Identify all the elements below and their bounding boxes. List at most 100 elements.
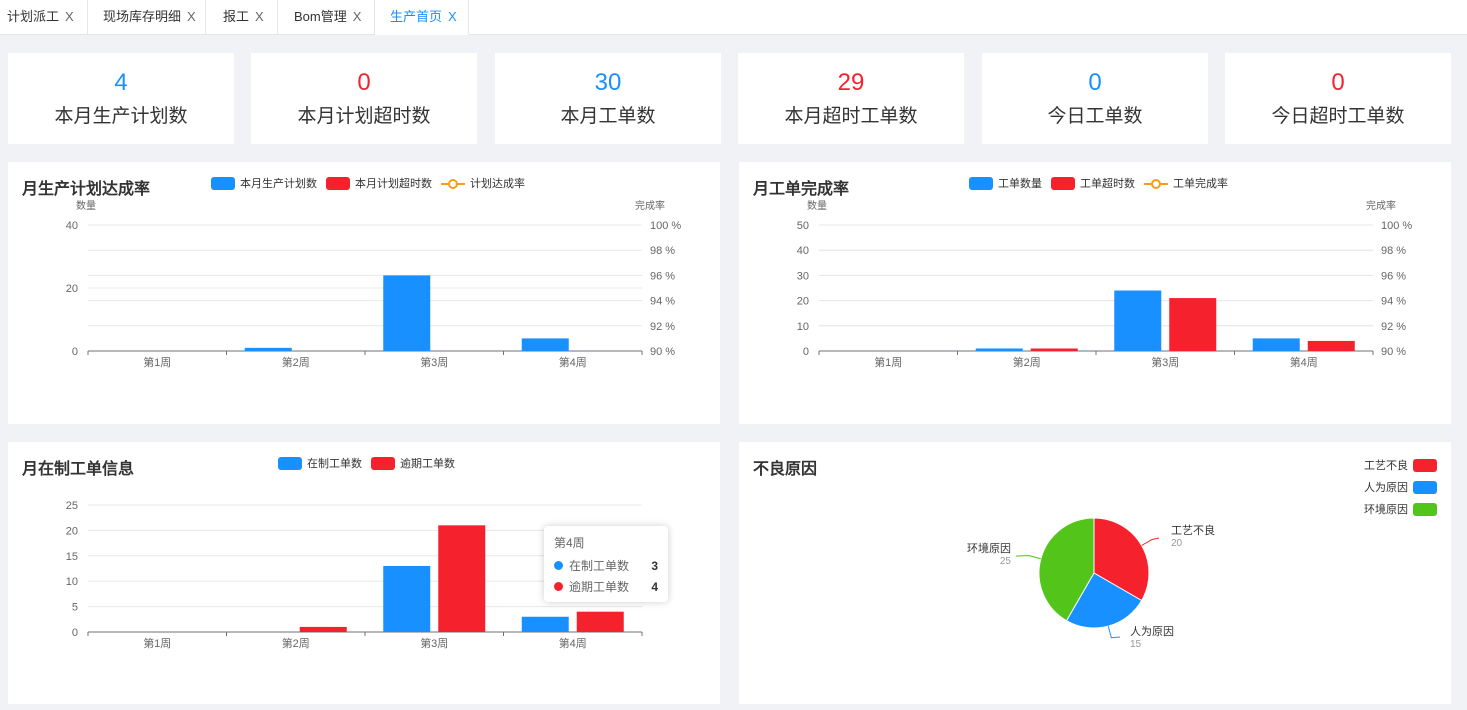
tab-label: 计划派工 (7, 9, 60, 24)
tooltip-row: 逾期工单数 4 (554, 576, 658, 597)
y2-tick-label: 94 % (1381, 296, 1406, 308)
bar-blue (1114, 290, 1162, 351)
y2-tick-label: 96 % (650, 270, 675, 282)
tab-onsite-inventory[interactable]: 现场库存明细 X (88, 0, 206, 35)
stat-label: 本月超时工单数 (784, 106, 918, 127)
y2-tick-label: 92 % (1381, 321, 1406, 333)
x-tick-label: 第2周 (1013, 355, 1041, 369)
bar-blue (383, 565, 431, 632)
stat-value: 0 (1088, 69, 1102, 96)
tooltip-series-name: 逾期工单数 (569, 580, 630, 594)
plan-achievement-chart: 数量 完成率 0 20 40 90 % 92 % 94 % 96 % 98 % 100 % 第1周 第2… (66, 199, 682, 369)
chart-tooltip: 第4周 在制工单数 3 逾期工单数 4 (544, 526, 668, 602)
bar-blue (521, 616, 569, 632)
y-tick-label: 0 (803, 346, 809, 358)
x-tick-label: 第1周 (143, 355, 171, 369)
y2-tick-label: 98 % (650, 245, 675, 257)
stat-label: 今日工单数 (1047, 106, 1143, 127)
bar-red (1307, 340, 1355, 351)
stat-value: 29 (837, 69, 865, 96)
y2-tick-label: 100 % (650, 220, 681, 232)
stat-label: 本月工单数 (560, 106, 656, 127)
tab-production-home[interactable]: 生产首页 X (375, 0, 469, 35)
tooltip-series-name: 在制工单数 (569, 559, 630, 573)
pie-label-name: 工艺不良 (1171, 523, 1215, 537)
tooltip-row: 在制工单数 3 (554, 555, 658, 576)
y2-tick-label: 100 % (1381, 220, 1412, 232)
tooltip-dot (554, 561, 563, 570)
x-tick-label: 第1周 (874, 355, 902, 369)
tooltip-value: 4 (651, 579, 658, 594)
y-tick-label: 20 (66, 525, 78, 537)
close-icon[interactable]: X (255, 9, 264, 24)
x-tick-label: 第4周 (559, 636, 587, 650)
order-completion-chart: 数量 完成率 0 10 20 30 40 50 90 % 92 % 94 % 96 % 98 % 100 … (797, 199, 1413, 369)
stat-card-monthly-plans: 4 本月生产计划数 (8, 53, 234, 144)
y2-tick-label: 90 % (1381, 346, 1406, 358)
bar-red (438, 525, 486, 632)
pie-label-name: 环境原因 (967, 541, 1011, 555)
tab-work-report[interactable]: 报工 X (206, 0, 278, 35)
pie-label-line (1015, 555, 1042, 560)
stat-value: 0 (357, 69, 371, 96)
y2-tick-label: 90 % (650, 346, 675, 358)
y2-tick-label: 98 % (1381, 245, 1406, 257)
bar-blue (521, 338, 569, 351)
tab-plan-dispatch[interactable]: 计划派工 X (0, 0, 88, 35)
pie-label-line (1141, 537, 1160, 546)
tab-label: Bom管理 (294, 9, 347, 24)
y2-tick-label: 94 % (650, 296, 675, 308)
bar-red (1030, 348, 1078, 351)
y-axis-title: 数量 (76, 199, 96, 212)
bar-red (576, 611, 624, 632)
y2-axis-title: 完成率 (635, 199, 665, 212)
stat-value: 4 (114, 69, 128, 96)
y-tick-label: 20 (66, 283, 78, 295)
stat-card-today-overdue: 0 今日超时工单数 (1225, 53, 1451, 144)
pie-label-value: 15 (1130, 639, 1142, 650)
x-tick-label: 第2周 (282, 355, 310, 369)
stat-card-plan-overdue: 0 本月计划超时数 (251, 53, 477, 144)
y-tick-label: 10 (66, 576, 78, 588)
y-tick-label: 0 (72, 627, 78, 639)
defect-reasons-pie: 工艺不良20 人为原因15 环境原因25 (967, 517, 1215, 650)
bar-blue (1252, 338, 1300, 351)
tab-bar: 计划派工 X 现场库存明细 X 报工 X Bom管理 X 生产首页 X (0, 0, 1467, 35)
y-tick-label: 20 (797, 296, 809, 308)
y2-tick-label: 96 % (1381, 270, 1406, 282)
tab-bom-management[interactable]: Bom管理 X (278, 0, 375, 35)
x-tick-label: 第1周 (143, 636, 171, 650)
stat-label: 本月生产计划数 (54, 106, 188, 127)
y-tick-label: 15 (66, 551, 78, 563)
stat-value: 30 (594, 69, 622, 96)
x-tick-label: 第2周 (282, 636, 310, 650)
close-icon[interactable]: X (353, 9, 362, 24)
tab-label: 现场库存明细 (103, 9, 182, 24)
pie-label-value: 20 (1171, 538, 1183, 549)
y-tick-label: 40 (797, 245, 809, 257)
plan-achievement-panel: 月生产计划达成率 本月生产计划数 本月计划超时数 计划达成率 数量 完成率 0 20 4… (8, 162, 720, 424)
stat-card-order-overdue: 29 本月超时工单数 (738, 53, 964, 144)
close-icon[interactable]: X (187, 9, 196, 24)
y-tick-label: 0 (72, 346, 78, 358)
tab-label: 报工 (223, 9, 250, 24)
stat-card-monthly-orders: 30 本月工单数 (495, 53, 721, 144)
stat-label: 今日超时工单数 (1271, 106, 1405, 127)
close-icon[interactable]: X (448, 9, 457, 24)
pie-label-line (1107, 625, 1121, 639)
y2-axis-title: 完成率 (1366, 199, 1396, 212)
y2-tick-label: 92 % (650, 321, 675, 333)
close-icon[interactable]: X (65, 9, 74, 24)
stat-label: 本月计划超时数 (297, 106, 431, 127)
tooltip-dot (554, 582, 563, 591)
defect-reasons-panel: 不良原因 工艺不良 人为原因 环境原因 工艺不良 20 人为原因 15 环境原因 25 (739, 442, 1451, 704)
bar-red (299, 626, 347, 632)
tooltip-title: 第4周 (554, 536, 585, 550)
x-tick-label: 第3周 (1151, 355, 1179, 369)
bar-blue (975, 348, 1023, 351)
pie-label-value: 25 (1000, 556, 1012, 567)
y-axis-title: 数量 (807, 199, 827, 212)
x-tick-label: 第4周 (1290, 355, 1318, 369)
tab-label: 生产首页 (390, 9, 443, 24)
x-tick-label: 第3周 (420, 355, 448, 369)
